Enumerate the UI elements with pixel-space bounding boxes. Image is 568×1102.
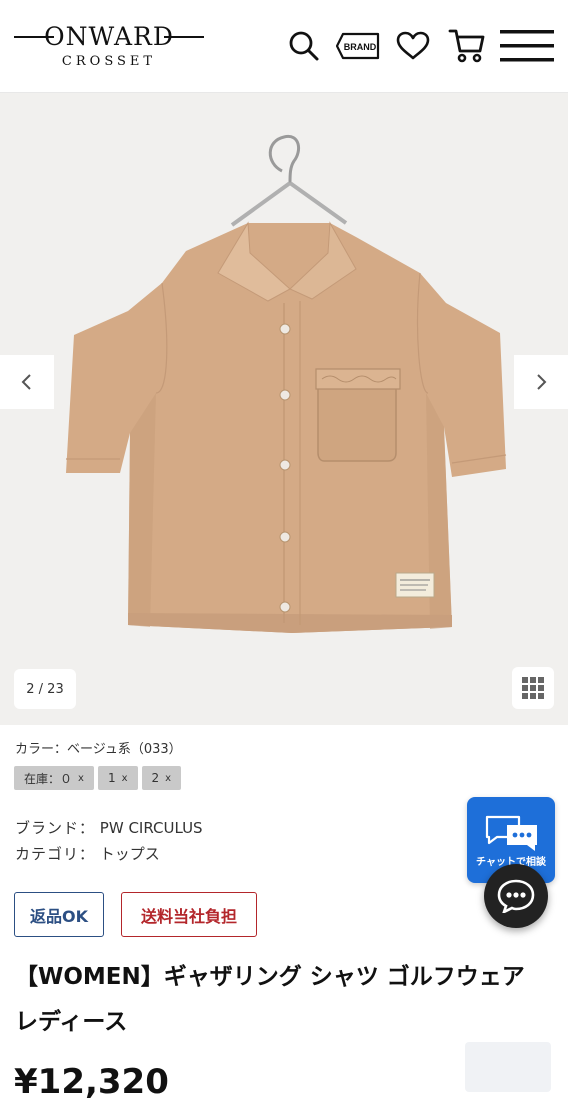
stock-chip[interactable]: 在庫：０ x bbox=[14, 766, 94, 790]
next-image-button[interactable] bbox=[514, 355, 568, 409]
prev-image-button[interactable] bbox=[0, 355, 54, 409]
stock-chip[interactable]: 1 x bbox=[97, 766, 138, 790]
chat-fab-button[interactable] bbox=[484, 864, 548, 928]
product-image bbox=[66, 134, 507, 633]
category-value[interactable]: トップス bbox=[100, 845, 160, 863]
search-icon[interactable] bbox=[288, 30, 320, 66]
chevron-left-icon bbox=[21, 374, 31, 390]
logo-main-text: ONWARD bbox=[44, 22, 174, 51]
stock-chip-label: 在庫：０ bbox=[24, 771, 73, 786]
category-row: カテゴリ： トップス bbox=[15, 843, 160, 864]
category-key: カテゴリ： bbox=[15, 845, 96, 863]
stock-chip-mark: x bbox=[121, 772, 128, 784]
chat-icon bbox=[497, 879, 535, 913]
color-label: カラー：ベージュ系（033） bbox=[15, 742, 182, 757]
cart-icon[interactable] bbox=[448, 28, 486, 68]
chat-bubbles-icon bbox=[485, 815, 537, 851]
stock-chip-mark: x bbox=[78, 772, 84, 784]
product-price: ¥12,320 bbox=[14, 1062, 169, 1102]
grid-view-button[interactable] bbox=[512, 667, 554, 709]
stock-chips: 在庫：０ x 1 x 2 x bbox=[14, 766, 182, 790]
logo-sub-text: CROSSET bbox=[61, 54, 157, 69]
brand-key: ブランド： bbox=[15, 819, 96, 837]
free-shipping-badge[interactable]: 送料当社負担 bbox=[121, 892, 257, 937]
chevron-right-icon bbox=[537, 374, 547, 390]
logo[interactable]: ONWARD CROSSET bbox=[14, 18, 204, 74]
returns-ok-badge[interactable]: 返品OK bbox=[14, 892, 104, 937]
brand-value[interactable]: PW CIRCULUS bbox=[100, 819, 203, 837]
product-title: 【WOMEN】ギャザリング シャツ ゴルフウェア レディース bbox=[15, 964, 525, 1035]
menu-icon[interactable] bbox=[500, 30, 554, 66]
share-button[interactable] bbox=[465, 1042, 551, 1092]
stock-chip-label: 1 bbox=[107, 771, 116, 785]
stock-chip-mark: x bbox=[165, 772, 172, 784]
stock-chip[interactable]: 2 x bbox=[141, 766, 182, 790]
brand-icon[interactable]: BRAND bbox=[335, 32, 380, 64]
site-header: ONWARD CROSSET BRAND bbox=[0, 0, 568, 93]
stock-chip-label: 2 bbox=[151, 771, 160, 785]
product-image-gallery[interactable]: 2 / 23 bbox=[0, 93, 568, 725]
grid-icon bbox=[522, 677, 544, 699]
brand-row: ブランド： PW CIRCULUS bbox=[15, 817, 203, 838]
image-counter: 2 / 23 bbox=[14, 669, 76, 709]
brand-label: BRAND bbox=[344, 42, 377, 52]
heart-icon[interactable] bbox=[396, 31, 430, 65]
